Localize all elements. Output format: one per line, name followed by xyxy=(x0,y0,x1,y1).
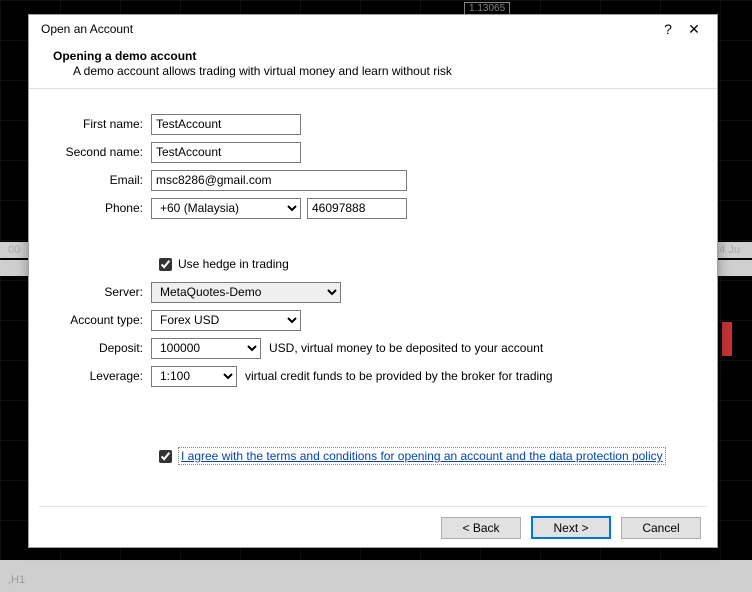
open-account-dialog: Open an Account ? ✕ Opening a demo accou… xyxy=(28,14,718,548)
phone-country-select[interactable]: +60 (Malaysia) xyxy=(151,198,301,219)
dialog-heading: Opening a demo account xyxy=(53,49,693,63)
chart-timeframe-label: ,H1 xyxy=(0,572,33,588)
phone-input[interactable] xyxy=(307,198,407,219)
dialog-footer: < Back Next > Cancel xyxy=(29,507,717,547)
email-label: Email: xyxy=(59,173,151,187)
cancel-button[interactable]: Cancel xyxy=(621,517,701,539)
hedge-checkbox[interactable] xyxy=(159,258,172,271)
dialog-subheading: A demo account allows trading with virtu… xyxy=(53,63,693,78)
back-button[interactable]: < Back xyxy=(441,517,521,539)
account-type-select[interactable]: Forex USD xyxy=(151,310,301,331)
agree-terms-link[interactable]: I agree with the terms and conditions fo… xyxy=(178,447,666,465)
help-button[interactable]: ? xyxy=(655,19,681,39)
first-name-label: First name: xyxy=(59,117,151,131)
candle-bar xyxy=(722,322,732,356)
account-type-label: Account type: xyxy=(59,313,151,327)
leverage-label: Leverage: xyxy=(59,369,151,383)
phone-label: Phone: xyxy=(59,201,151,215)
form-body: First name: Second name: Email: Phone: +… xyxy=(29,89,717,502)
next-button[interactable]: Next > xyxy=(531,516,611,539)
second-name-input[interactable] xyxy=(151,142,301,163)
server-label: Server: xyxy=(59,285,151,299)
deposit-label: Deposit: xyxy=(59,341,151,355)
second-name-label: Second name: xyxy=(59,145,151,159)
deposit-select[interactable]: 100000 xyxy=(151,338,261,359)
close-button[interactable]: ✕ xyxy=(681,19,707,39)
titlebar: Open an Account ? ✕ xyxy=(29,15,717,43)
first-name-input[interactable] xyxy=(151,114,301,135)
leverage-select[interactable]: 1:100 xyxy=(151,366,237,387)
leverage-hint: virtual credit funds to be provided by t… xyxy=(245,369,553,383)
email-input[interactable] xyxy=(151,170,407,191)
time-axis-label: 00 xyxy=(0,244,20,256)
deposit-hint: USD, virtual money to be deposited to yo… xyxy=(269,341,543,355)
window-title: Open an Account xyxy=(41,22,655,36)
agree-checkbox[interactable] xyxy=(159,450,172,463)
hedge-label: Use hedge in trading xyxy=(178,257,289,271)
dialog-header: Opening a demo account A demo account al… xyxy=(29,43,717,89)
server-select[interactable]: MetaQuotes-Demo xyxy=(151,282,341,303)
